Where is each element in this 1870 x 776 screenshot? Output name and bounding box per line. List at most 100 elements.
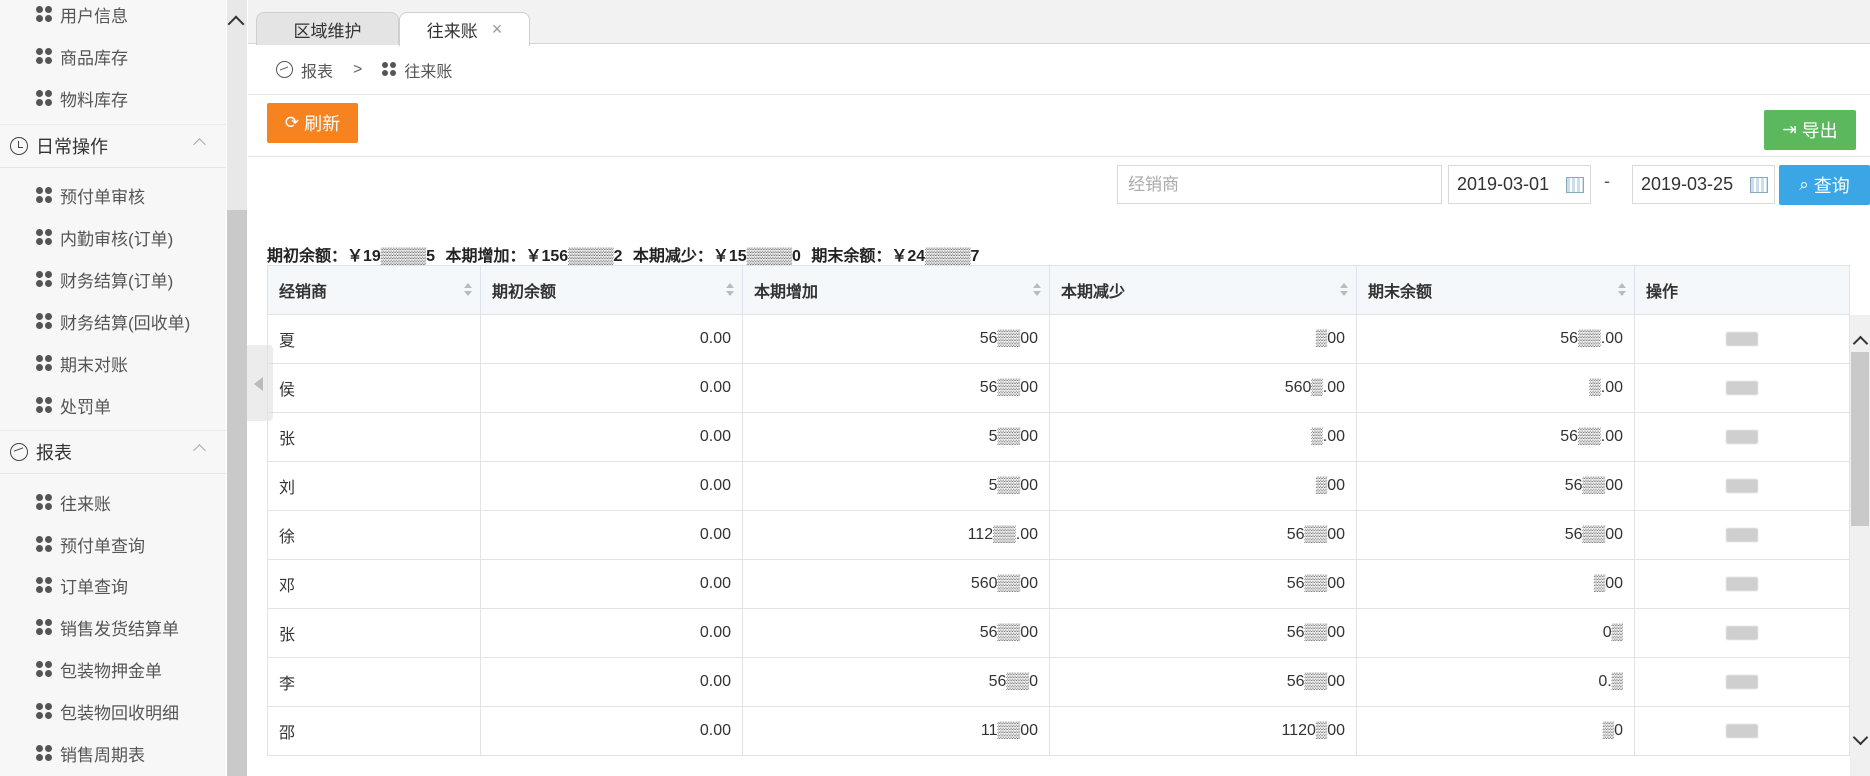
action-cell[interactable] <box>1634 461 1850 511</box>
sidebar-item-sales-cycle[interactable]: 销售周期表 <box>36 735 145 771</box>
column-header-actions: 操作 <box>1634 265 1850 315</box>
sort-icon[interactable] <box>1618 283 1626 297</box>
sidebar: 用户信息 商品库存 物料库存 日常操作 预付单审核 内勤审核(订单) 财务结算(… <box>0 0 226 776</box>
tab-region-maintenance[interactable]: 区域维护 <box>256 12 399 45</box>
table-scrollbar-thumb[interactable] <box>1851 352 1869 526</box>
clover-icon <box>36 313 52 329</box>
increase-cell: 560▒▒00 <box>742 559 1050 609</box>
column-header-increase[interactable]: 本期增加 <box>742 265 1050 315</box>
sidebar-item-user-info[interactable]: 用户信息 <box>36 0 128 32</box>
action-link[interactable] <box>1726 380 1758 395</box>
column-header-decrease[interactable]: 本期减少 <box>1049 265 1357 315</box>
sidebar-item-label: 用户信息 <box>60 6 128 26</box>
sort-icon[interactable] <box>1033 283 1041 297</box>
action-cell[interactable] <box>1634 412 1850 462</box>
sidebar-item-finance-recycle[interactable]: 财务结算(回收单) <box>36 303 190 339</box>
action-cell[interactable] <box>1634 559 1850 609</box>
sidebar-scrollbar-thumb[interactable] <box>227 210 247 776</box>
close-icon[interactable]: × <box>492 19 503 40</box>
ledger-summary: 期初余额：￥19▒▒▒▒5 本期增加：￥156▒▒▒▒2 本期减少：￥15▒▒▒… <box>267 242 985 266</box>
sidebar-item-order-query[interactable]: 订单查询 <box>36 567 128 603</box>
closing-cell: ▒00 <box>1356 559 1635 609</box>
dealer-cell: 刘 <box>267 461 481 511</box>
table-row: 徐 0.00 112▒▒.00 56▒▒00 56▒▒00 <box>267 510 1850 560</box>
action-cell[interactable] <box>1634 608 1850 658</box>
clover-icon <box>36 397 52 413</box>
breadcrumb-current: 往来账 <box>404 63 453 81</box>
sidebar-item-prepay-query[interactable]: 预付单查询 <box>36 526 145 562</box>
breadcrumb-root[interactable]: 报表 <box>301 58 333 82</box>
dealer-cell: 邓 <box>267 559 481 609</box>
sidebar-item-product-stock[interactable]: 商品库存 <box>36 38 128 74</box>
sidebar-item-material-stock[interactable]: 物料库存 <box>36 80 128 116</box>
start-date-field[interactable]: 2019-03-01 <box>1448 165 1591 204</box>
refresh-button[interactable]: ⟳ 刷新 <box>267 103 358 143</box>
action-link[interactable] <box>1726 576 1758 591</box>
dealer-search-input[interactable] <box>1117 165 1442 204</box>
column-header-closing[interactable]: 期末余额 <box>1356 265 1635 315</box>
table-row: 侯 0.00 56▒▒00 560▒.00 ▒.00 <box>267 363 1850 413</box>
end-date-field[interactable]: 2019-03-25 <box>1632 165 1775 204</box>
export-button[interactable]: ⇥ 导出 <box>1764 110 1856 150</box>
clover-icon <box>36 48 52 64</box>
dealer-cell: 邵 <box>267 706 481 756</box>
summary-increase: 本期增加：￥156▒▒▒▒2 <box>445 248 623 265</box>
sidebar-group-report[interactable]: 报表 <box>0 430 226 474</box>
sort-icon[interactable] <box>726 283 734 297</box>
column-header-opening[interactable]: 期初余额 <box>480 265 743 315</box>
sidebar-item-package-deposit[interactable]: 包装物押金单 <box>36 651 162 687</box>
clock-icon <box>10 137 28 155</box>
clover-icon <box>36 703 52 719</box>
action-link[interactable] <box>1726 625 1758 640</box>
action-cell[interactable] <box>1634 657 1850 707</box>
action-link[interactable] <box>1726 331 1758 346</box>
sidebar-item-ledger[interactable]: 往来账 <box>36 484 111 520</box>
closing-cell: 56▒▒.00 <box>1356 412 1635 462</box>
sort-icon[interactable] <box>1340 283 1348 297</box>
clover-icon <box>36 745 52 761</box>
calendar-icon[interactable] <box>1566 177 1584 193</box>
action-link[interactable] <box>1726 478 1758 493</box>
action-cell[interactable] <box>1634 706 1850 756</box>
decrease-cell: ▒.00 <box>1049 412 1357 462</box>
ledger-table: 经销商 期初余额 本期增加 本期减少 期末余额 操作 夏 0.00 56▒▒00 ▒0… <box>267 265 1850 756</box>
action-link[interactable] <box>1726 527 1758 542</box>
sidebar-item-finance-order[interactable]: 财务结算(订单) <box>36 261 173 297</box>
increase-cell: 56▒▒00 <box>742 608 1050 658</box>
opening-cell: 0.00 <box>480 706 743 756</box>
action-link[interactable] <box>1726 674 1758 689</box>
column-header-dealer[interactable]: 经销商 <box>267 265 481 315</box>
search-icon: ⌕ <box>1799 175 1809 194</box>
tab-ledger[interactable]: 往来账 × <box>399 12 530 46</box>
sidebar-group-daily[interactable]: 日常操作 <box>0 124 226 168</box>
sidebar-item-label: 商品库存 <box>60 48 128 68</box>
sidebar-item-label: 销售周期表 <box>60 745 145 765</box>
closing-cell: 0.▒ <box>1356 657 1635 707</box>
export-label: 导出 <box>1801 121 1838 141</box>
search-button[interactable]: ⌕ 查询 <box>1779 165 1870 205</box>
sidebar-item-package-recycle[interactable]: 包装物回收明细 <box>36 693 179 729</box>
action-cell[interactable] <box>1634 510 1850 560</box>
sort-icon[interactable] <box>464 283 472 297</box>
clover-icon <box>36 494 52 510</box>
sidebar-item-label: 包装物回收明细 <box>60 703 179 723</box>
opening-cell: 0.00 <box>480 363 743 413</box>
action-link[interactable] <box>1726 429 1758 444</box>
date-range-separator: - <box>1604 171 1610 191</box>
dealer-cell: 侯 <box>267 363 481 413</box>
sidebar-item-prepay-review[interactable]: 预付单审核 <box>36 177 145 213</box>
action-cell[interactable] <box>1634 363 1850 413</box>
export-icon: ⇥ <box>1782 120 1797 139</box>
sidebar-item-sales-shipping[interactable]: 销售发货结算单 <box>36 609 179 645</box>
sidebar-item-label: 财务结算(订单) <box>60 271 174 291</box>
table-row: 张 0.00 56▒▒00 56▒▒00 0▒ <box>267 608 1850 658</box>
sidebar-item-internal-review[interactable]: 内勤审核(订单) <box>36 219 173 255</box>
clover-icon <box>36 187 52 203</box>
action-cell[interactable] <box>1634 314 1850 364</box>
calendar-icon[interactable] <box>1750 177 1768 193</box>
action-link[interactable] <box>1726 723 1758 738</box>
sidebar-item-label: 往来账 <box>60 494 111 514</box>
sidebar-item-penalty[interactable]: 处罚单 <box>36 387 111 423</box>
dealer-cell: 张 <box>267 608 481 658</box>
sidebar-item-period-reconcile[interactable]: 期末对账 <box>36 345 128 381</box>
